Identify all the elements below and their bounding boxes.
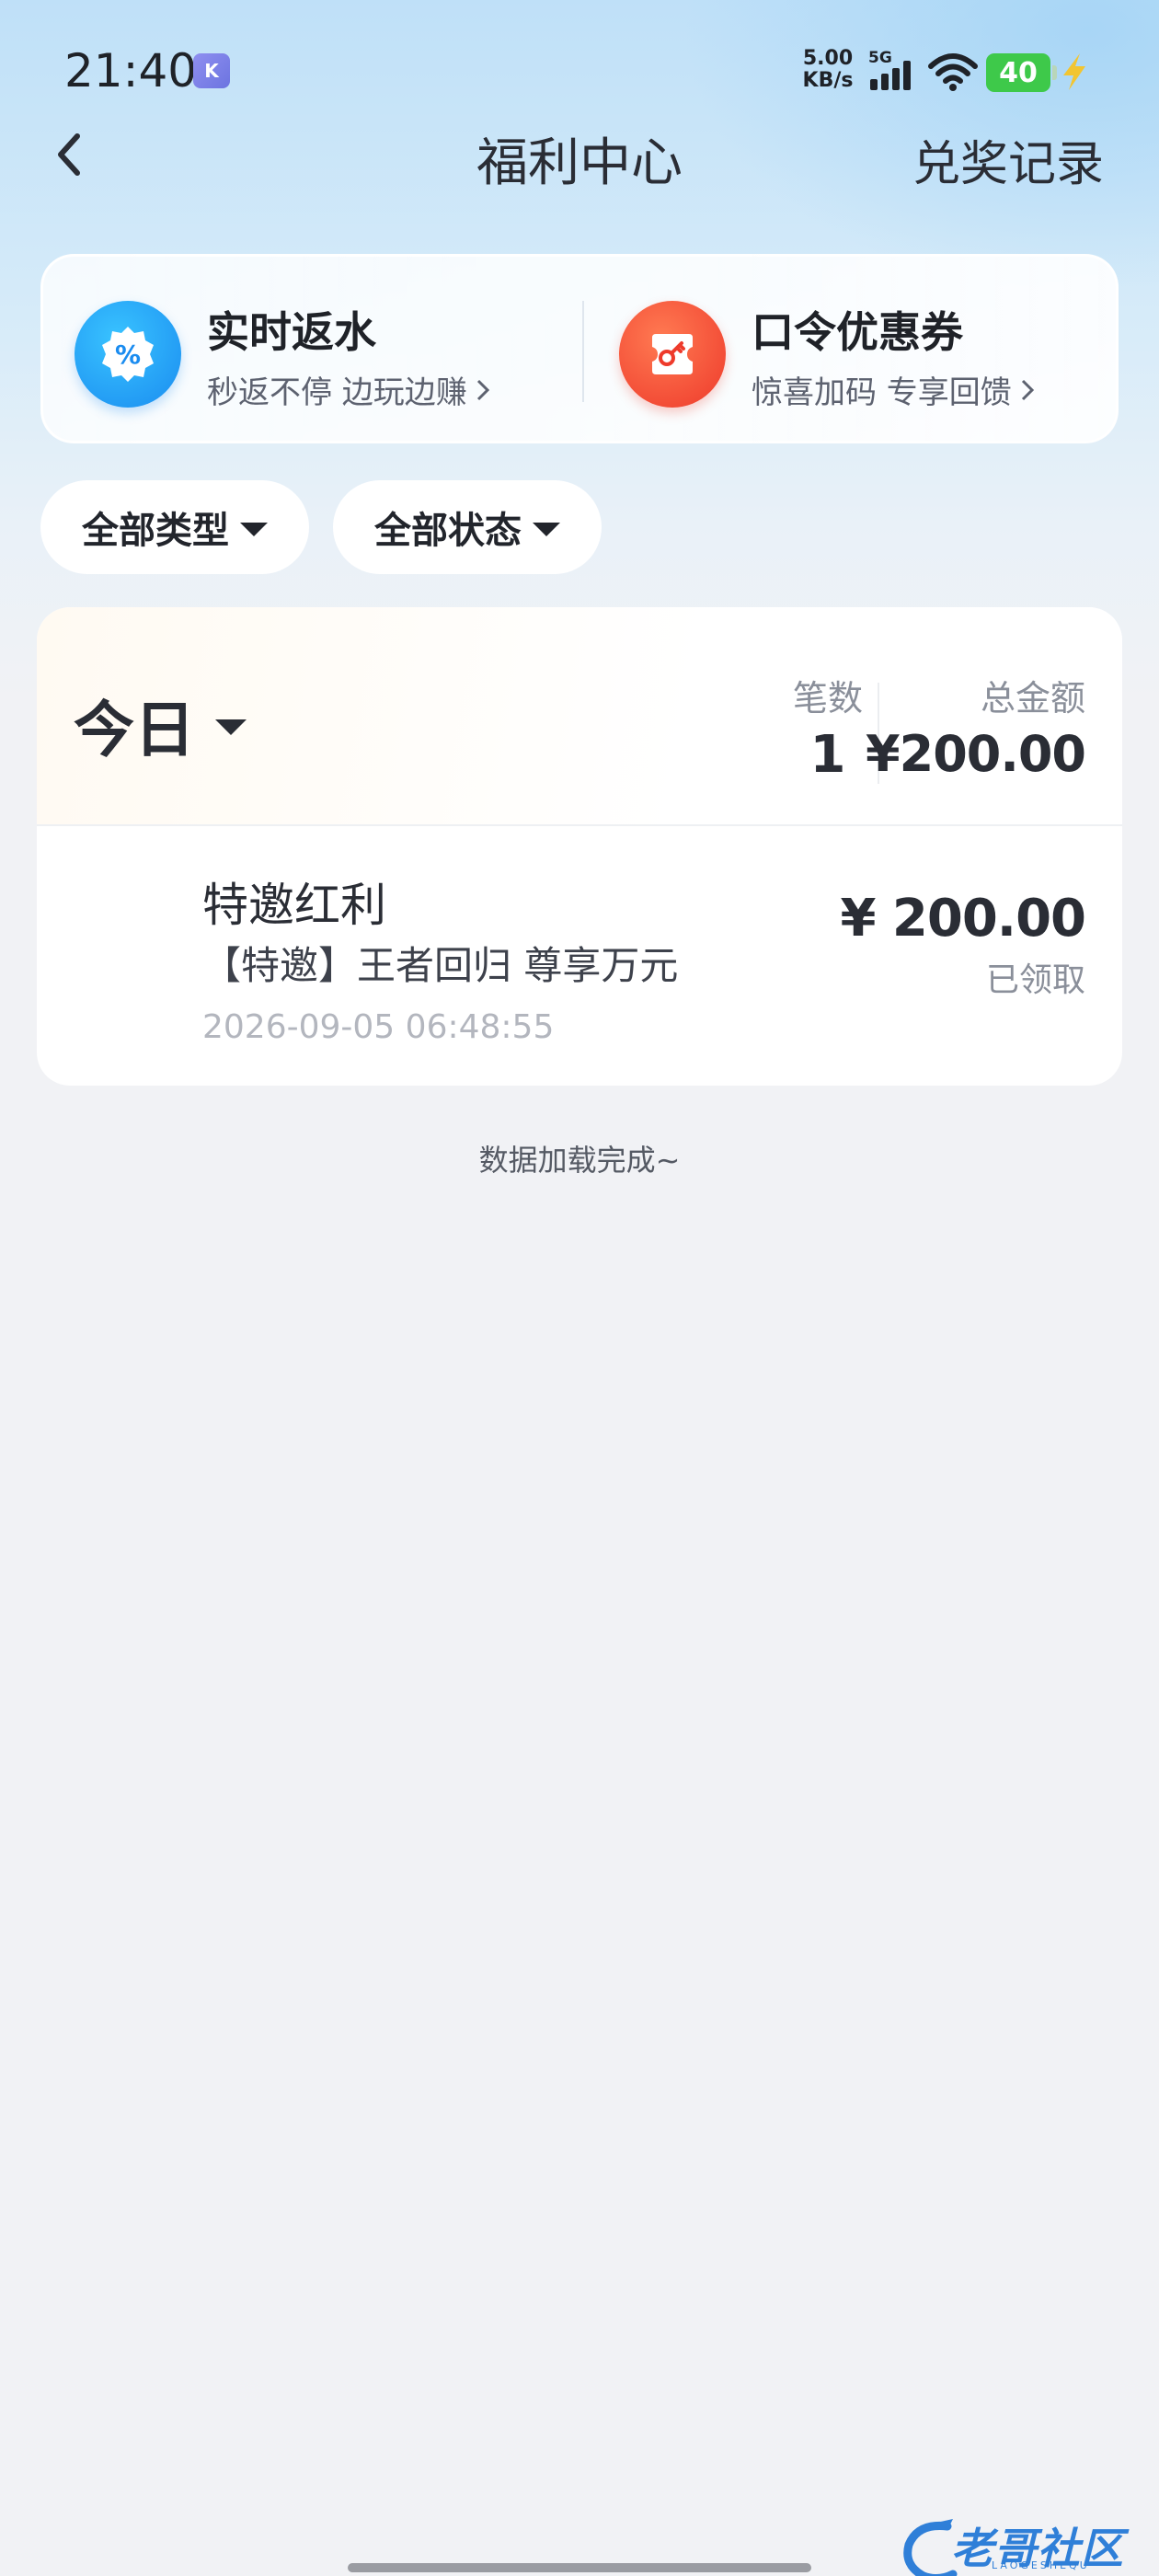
record-amount: ¥ 200.00 — [840, 889, 1086, 949]
count-label: 笔数 — [792, 678, 863, 719]
record-timestamp: 2026-09-05 06:48:55 — [202, 1008, 555, 1046]
key-ticket-icon — [619, 301, 726, 408]
total-amount-label: 总金额 — [980, 678, 1085, 719]
chevron-right-icon — [1019, 374, 1036, 411]
redeem-records-link[interactable]: 兑奖记录 — [865, 125, 1104, 194]
signal-icon: 5G — [868, 48, 920, 96]
network-speed-unit: KB/s — [802, 69, 854, 92]
network-speed-value: 5.00 — [802, 47, 854, 70]
promo-coupon[interactable]: 口令优惠券 惊喜加码 专享回馈 — [588, 257, 1121, 446]
period-label: 今日 — [74, 695, 195, 765]
network-type-label: 5G — [868, 49, 892, 67]
svg-text:%: % — [115, 339, 141, 370]
record-description: 【特邀】王者回归 尊享万元 — [202, 943, 679, 988]
home-indicator[interactable] — [348, 2563, 811, 2572]
watermark-subtext: LAOGESHEQU — [992, 2559, 1090, 2571]
status-bar: 21:40 K 5.00 KB/s 5G 40 — [0, 0, 1159, 138]
promo-rebate[interactable]: % 实时返水 秒返不停 边玩边赚 — [43, 257, 582, 446]
divider — [582, 301, 584, 402]
period-selector[interactable]: 今日 — [74, 681, 247, 769]
percent-badge-icon: % — [75, 301, 181, 408]
record-status: 已领取 — [985, 961, 1085, 999]
promo-card: % 实时返水 秒返不停 边玩边赚 口令优惠券 惊喜加码 专享回馈 — [40, 254, 1119, 443]
promo-subtitle: 秒返不停 边玩边赚 — [207, 367, 491, 412]
record-title: 特邀红利 — [202, 879, 386, 932]
chevron-right-icon — [475, 374, 491, 411]
app-notification-icon: K — [193, 53, 230, 88]
battery-indicator: 40 — [986, 53, 1057, 92]
records-card: 今日 笔数 1 总金额 ¥200.00 特邀红利 【特邀】王者回归 尊享万元 2… — [37, 607, 1122, 1086]
watermark-logo: 老哥社区 LAOGESHEQU — [900, 2517, 1142, 2576]
promo-subtitle: 惊喜加码 专享回馈 — [752, 367, 1036, 412]
type-filter-dropdown[interactable]: 全部类型 — [40, 480, 309, 574]
chevron-left-icon — [58, 133, 80, 176]
wifi-icon — [927, 52, 979, 96]
total-amount-value: ¥200.00 — [866, 725, 1086, 783]
status-filter-dropdown[interactable]: 全部状态 — [333, 480, 602, 574]
page-title: 福利中心 — [476, 133, 683, 193]
back-button[interactable] — [40, 118, 99, 191]
network-speed: 5.00 KB/s — [800, 48, 855, 92]
charging-icon — [1058, 52, 1091, 96]
caret-down-icon — [240, 522, 268, 536]
caret-down-icon — [215, 719, 247, 735]
status-filter-label: 全部状态 — [374, 510, 522, 552]
type-filter-label: 全部类型 — [82, 510, 229, 552]
list-item[interactable]: 特邀红利 【特邀】王者回归 尊享万元 2026-09-05 06:48:55 ¥… — [37, 828, 1122, 1086]
load-complete-text: 数据加载完成~ — [478, 1143, 681, 1178]
caret-down-icon — [533, 522, 560, 536]
promo-title: 口令优惠券 — [752, 307, 963, 357]
promo-title: 实时返水 — [207, 307, 376, 357]
summary-header: 今日 笔数 1 总金额 ¥200.00 — [37, 607, 1122, 826]
status-time: 21:40 — [64, 44, 198, 98]
